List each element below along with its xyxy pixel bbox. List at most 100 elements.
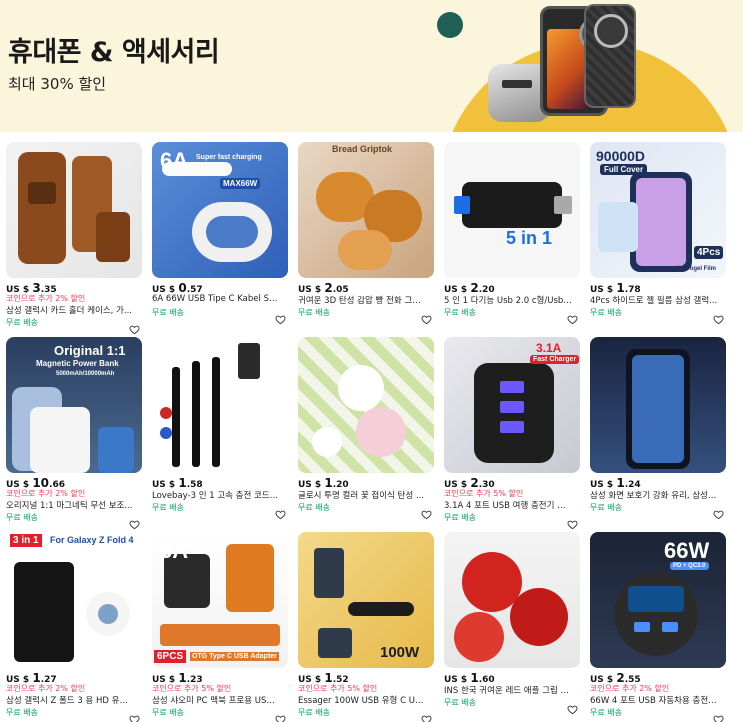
product-price: US $ 2.05 xyxy=(298,281,349,295)
product-title[interactable]: 4Pcs 하이드로 젤 필름 삼성 갤럭... xyxy=(590,294,718,306)
product-title[interactable]: Lovebay-3 인 1 고속 충전 코드, 마... xyxy=(152,489,280,501)
wishlist-heart-icon[interactable] xyxy=(275,310,286,325)
product-image-bread-phone-grip[interactable]: Bread Griptok xyxy=(298,142,434,278)
product-title[interactable]: 삼성 갤럭시 카드 홀더 케이스, 가... xyxy=(6,304,134,316)
coin-discount-label: 코인으로 추가 2% 할인 xyxy=(590,684,670,693)
image-text: Full Cover xyxy=(600,164,648,175)
wishlist-heart-icon[interactable] xyxy=(567,310,578,325)
free-shipping-label: 무료 배송 xyxy=(6,708,38,717)
free-shipping-label: 무료 배송 xyxy=(590,308,622,317)
free-shipping-label: 무료 배송 xyxy=(298,503,330,512)
free-shipping-label: 무료 배송 xyxy=(590,503,622,512)
image-text: 5000mAh/10000mAh xyxy=(56,371,115,377)
free-shipping-label: 무료 배송 xyxy=(6,318,38,327)
free-shipping-label: 무료 배송 xyxy=(6,513,38,522)
product-image-red-apple-grip[interactable] xyxy=(444,532,580,668)
product-card[interactable]: 100W US $ 1.52 코인으로 추가 5% 할인 Essager 100W U… xyxy=(298,532,434,722)
product-image-magnetic-power-bank[interactable]: Original 1:1 Magnetic Power Bank 5000mAh/1… xyxy=(6,337,142,473)
free-shipping-label: 무료 배송 xyxy=(152,503,184,512)
product-title[interactable]: Essager 100W USB 유형 C USB C ... xyxy=(298,694,426,706)
product-title[interactable]: 글로시 투명 컬러 꽃 접이식 탄성 ... xyxy=(298,489,426,501)
product-image-otg-adapter[interactable]: 6A 6PCS OTG Type C USB Adapter xyxy=(152,532,288,668)
price-integer: 1 xyxy=(178,476,187,490)
product-title[interactable]: 오리지널 1:1 마그네틱 무선 보조... xyxy=(6,499,134,511)
coin-discount-label: 코인으로 추가 5% 할인 xyxy=(444,489,524,498)
product-title[interactable]: 귀여운 3D 탄성 감압 빵 전화 그립 ... xyxy=(298,294,426,306)
free-shipping-label: 무료 배송 xyxy=(152,308,184,317)
product-card[interactable]: 90000D Full Cover 4Pcs Hydrogel Film US $ 1.… xyxy=(590,142,726,330)
product-card[interactable]: Original 1:1 Magnetic Power Bank 5000mAh/1… xyxy=(6,337,142,530)
product-title[interactable]: 5 인 1 다기능 Usb 2.0 c형/Usb/마... xyxy=(444,294,572,306)
product-image-screen-protector[interactable] xyxy=(590,337,726,473)
free-shipping-label: 무료 배송 xyxy=(444,308,476,317)
image-text: 90000D xyxy=(596,148,646,164)
wishlist-heart-icon[interactable] xyxy=(713,505,724,520)
product-price: US $ 1.24 xyxy=(590,476,641,490)
coin-discount-label: 코인으로 추가 5% 할인 xyxy=(152,684,232,693)
wishlist-heart-icon[interactable] xyxy=(275,505,286,520)
image-text: 3.1A xyxy=(536,341,562,355)
wishlist-heart-icon[interactable] xyxy=(713,710,724,722)
product-title[interactable]: 삼성 샤오미 PC 맥북 프로용 USB ... xyxy=(152,694,280,706)
banner-title: 휴대폰 & 액세서리 xyxy=(8,37,220,68)
product-image-hydrogel-film[interactable]: 90000D Full Cover 4Pcs Hydrogel Film xyxy=(590,142,726,278)
wishlist-heart-icon[interactable] xyxy=(129,710,140,722)
product-card[interactable]: US $ 1.60 INS 한국 귀여운 레드 애플 그립 톡... 무료 배송 xyxy=(444,532,580,720)
wishlist-heart-icon[interactable] xyxy=(275,710,286,722)
product-card[interactable]: 5 in 1 US $ 2.20 5 인 1 다기능 Usb 2.0 c형/Usb/… xyxy=(444,142,580,330)
product-card[interactable]: US $ 1.58 Lovebay-3 인 1 고속 충전 코드, 마... 무료 … xyxy=(152,337,288,525)
product-image-usb-wall-charger[interactable]: 3.1A Fast Charger xyxy=(444,337,580,473)
product-card[interactable]: US $ 1.20 글로시 투명 컬러 꽃 접이식 탄성 ... 무료 배송 xyxy=(298,337,434,525)
product-image-3in1-cable[interactable] xyxy=(152,337,288,473)
product-title[interactable]: 6A 66W USB Tipe C Kabel Super ... xyxy=(152,294,280,304)
product-image-braided-usb-c-cable[interactable]: 100W xyxy=(298,532,434,668)
wishlist-heart-icon[interactable] xyxy=(421,505,432,520)
image-text: For Galaxy Z Fold 4 xyxy=(50,535,134,545)
wishlist-heart-icon[interactable] xyxy=(421,710,432,722)
product-image-white-usb-c-cable[interactable]: 6A Super fast charging MAX66W xyxy=(152,142,288,278)
wishlist-heart-icon[interactable] xyxy=(567,700,578,715)
product-title[interactable]: INS 한국 귀여운 레드 애플 그립 톡... xyxy=(444,684,572,696)
product-title[interactable]: 삼성 갤럭시 Z 폴드 3 용 HD 유리, ... xyxy=(6,694,134,706)
image-text: Original 1:1 xyxy=(54,343,126,358)
product-image-fold-glass[interactable]: 3 in 1 For Galaxy Z Fold 4 xyxy=(6,532,142,668)
product-card[interactable]: Bread Griptok US $ 2.05 귀여운 3D 탄성 감압 빵 전화 … xyxy=(298,142,434,330)
product-title[interactable]: 66W 4 포트 USB 자동차용 충전기, ... xyxy=(590,694,718,706)
product-image-flower-phone-grip[interactable] xyxy=(298,337,434,473)
wishlist-heart-icon[interactable] xyxy=(129,320,140,335)
product-price: US $ 1.60 xyxy=(444,671,495,685)
free-shipping-label: 무료 배송 xyxy=(152,708,184,717)
wishlist-heart-icon[interactable] xyxy=(421,310,432,325)
product-card[interactable]: 3.1A Fast Charger US $ 2.30 코인으로 추가 5% 할인 3.… xyxy=(444,337,580,530)
product-image-5in1-card-reader[interactable]: 5 in 1 xyxy=(444,142,580,278)
product-title[interactable]: 삼성 화면 보호기 강화 유리, 삼성 ... xyxy=(590,489,718,501)
banner-subtitle: 최대 30% 할인 xyxy=(8,75,107,93)
image-text: MAX66W xyxy=(220,178,261,189)
product-image-car-charger[interactable]: 66W PD + QC3.0 xyxy=(590,532,726,668)
product-title[interactable]: 3.1A 4 포트 USB 여행 충전기 QC ... xyxy=(444,499,572,511)
wishlist-heart-icon[interactable] xyxy=(129,515,140,530)
product-card[interactable]: US $ 1.24 삼성 화면 보호기 강화 유리, 삼성 ... 무료 배송 xyxy=(590,337,726,525)
wishlist-heart-icon[interactable] xyxy=(567,515,578,530)
product-card[interactable]: 3 in 1 For Galaxy Z Fold 4 US $ 1.27 코인으로 추… xyxy=(6,532,142,722)
image-text: Bread Griptok xyxy=(332,144,393,154)
product-card[interactable]: 6A 6PCS OTG Type C USB Adapter US $ 1.23 코인으… xyxy=(152,532,288,722)
product-price: US $ 2.20 xyxy=(444,281,495,295)
coin-discount-label: 코인으로 추가 2% 할인 xyxy=(6,294,86,303)
product-card[interactable]: US $ 3.35 코인으로 추가 2% 할인 삼성 갤럭시 카드 홀더 케이스, … xyxy=(6,142,142,335)
coin-discount-label: 코인으로 추가 5% 할인 xyxy=(298,684,378,693)
free-shipping-label: 무료 배송 xyxy=(590,708,622,717)
product-image-brown-leather-phone-case[interactable] xyxy=(6,142,142,278)
image-text: Fast Charger xyxy=(530,355,580,364)
coin-discount-label: 코인으로 추가 2% 할인 xyxy=(6,489,86,498)
price-integer: 1 xyxy=(470,671,479,685)
product-card[interactable]: 6A Super fast charging MAX66W US $ 0.57 6A 6… xyxy=(152,142,288,330)
product-card[interactable]: 66W PD + QC3.0 US $ 2.55 코인으로 추가 2% 할인 66W 4… xyxy=(590,532,726,722)
image-text: PD + QC3.0 xyxy=(670,562,709,570)
image-text: 66W xyxy=(664,538,710,563)
promo-banner[interactable]: 휴대폰 & 액세서리 최대 30% 할인 xyxy=(0,0,743,132)
phone-back-image xyxy=(584,4,636,108)
image-text: Magnetic Power Bank xyxy=(36,359,119,368)
wishlist-heart-icon[interactable] xyxy=(713,310,724,325)
price-integer: 1 xyxy=(324,476,333,490)
